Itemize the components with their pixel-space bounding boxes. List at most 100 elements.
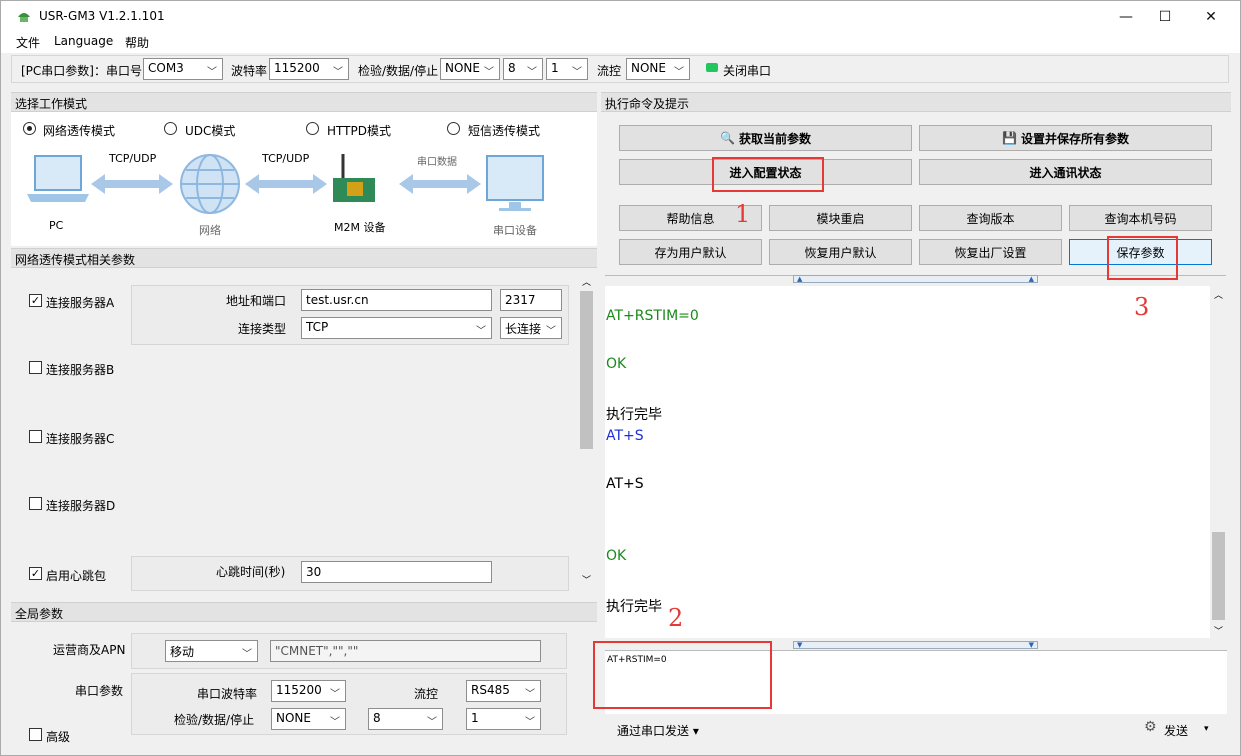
scrollbar-thumb[interactable] <box>580 291 593 449</box>
query-number-button[interactable]: 查询本机号码 <box>1069 205 1212 231</box>
mode-radio-udc[interactable] <box>164 122 177 135</box>
conn-mode-select[interactable]: 长连接 ﹀ <box>500 317 562 339</box>
diagram-m2m-label: M2M 设备 <box>334 221 386 234</box>
menu-help[interactable]: 帮助 <box>125 34 149 51</box>
flow-select[interactable]: NONE ﹀ <box>626 58 690 80</box>
heartbeat-label: 启用心跳包 <box>46 569 107 583</box>
send-button[interactable]: 发送 <box>1164 722 1188 739</box>
serial-params-label: 串口参数 <box>75 684 124 698</box>
close-button[interactable]: ✕ <box>1188 1 1234 32</box>
stop-bits-select[interactable]: 1 ﹀ <box>546 58 588 80</box>
g-flow-label: 流控 <box>414 687 439 701</box>
log-line: OK <box>606 548 627 564</box>
apn-input[interactable]: "CMNET","","" <box>270 640 541 662</box>
double-arrow-icon <box>91 174 481 194</box>
server-a-port-input[interactable]: 2317 <box>500 289 562 311</box>
menu-file[interactable]: 文件 <box>16 34 40 51</box>
search-icon: 🔍 <box>720 131 735 145</box>
mode-label-udc: UDC模式 <box>185 124 236 138</box>
carrier-select[interactable]: 移动 ﹀ <box>165 640 258 662</box>
data-bits-select[interactable]: 8 ﹀ <box>503 58 543 80</box>
mode-label-sms: 短信透传模式 <box>468 124 541 138</box>
scroll-up-icon[interactable]: ︿ <box>1214 288 1223 301</box>
net-params-header: 网络透传模式相关参数 <box>11 248 597 268</box>
maximize-button[interactable]: ☐ <box>1142 1 1188 32</box>
conn-type-select[interactable]: TCP ﹀ <box>301 317 492 339</box>
annotation-number-2: 2 <box>668 604 684 632</box>
scroll-down-icon[interactable]: ﹀ <box>582 573 591 586</box>
chevron-down-icon: ﹀ <box>674 67 684 78</box>
heartbeat-checkbox[interactable]: ✓ <box>29 567 42 580</box>
save-all-button[interactable]: 💾 设置并保存所有参数 <box>919 125 1212 151</box>
addr-label: 地址和端口 <box>226 294 287 308</box>
flow-label: 流控 <box>597 64 622 78</box>
conn-type-label: 连接类型 <box>238 322 287 336</box>
g-baud-select[interactable]: 115200 ﹀ <box>271 680 346 702</box>
advanced-checkbox[interactable] <box>29 728 42 741</box>
server-a-checkbox[interactable]: ✓ <box>29 294 42 307</box>
server-c-label: 连接服务器C <box>46 432 115 446</box>
chevron-down-icon: ﹀ <box>525 689 535 700</box>
log-line: AT+S <box>606 476 644 492</box>
globe-icon <box>180 154 240 214</box>
close-port-button[interactable]: 关闭串口 <box>723 62 771 79</box>
scrollbar-thumb[interactable] <box>1212 532 1225 620</box>
server-c-checkbox[interactable] <box>29 430 42 443</box>
log-line: OK <box>606 356 627 372</box>
chevron-down-icon: ﹀ <box>572 67 582 78</box>
server-b-checkbox[interactable] <box>29 361 42 374</box>
send-splitter-handle[interactable]: ▼ ▼ <box>793 641 1038 649</box>
mode-radio-network[interactable] <box>23 122 36 135</box>
query-version-button[interactable]: 查询版本 <box>919 205 1062 231</box>
port-select[interactable]: COM3 ﹀ <box>143 58 223 80</box>
m2m-device-icon <box>333 154 375 202</box>
g-data-bits-select[interactable]: 8 ﹀ <box>368 708 443 730</box>
down-arrow-icon: ▼ <box>1028 641 1034 649</box>
heartbeat-time-input[interactable]: 30 <box>301 561 492 583</box>
log-line: AT+RSTIM=0 <box>606 308 699 324</box>
baud-label: 波特率 <box>231 64 268 78</box>
chevron-down-icon: ﹀ <box>484 67 494 78</box>
menu-language[interactable]: Language <box>54 34 113 48</box>
laptop-icon <box>27 155 89 202</box>
parity-select[interactable]: NONE ﹀ <box>440 58 500 80</box>
annotation-number-3: 3 <box>1134 293 1150 321</box>
save-user-default-button[interactable]: 存为用户默认 <box>619 239 762 265</box>
chevron-down-icon: ﹀ <box>242 649 252 660</box>
net-params-scrollbar[interactable]: ︿ ﹀ <box>578 273 595 591</box>
mode-radio-sms[interactable] <box>447 122 460 135</box>
server-d-checkbox[interactable] <box>29 497 42 510</box>
server-a-address-input[interactable]: test.usr.cn <box>301 289 492 311</box>
module-restart-button[interactable]: 模块重启 <box>769 205 912 231</box>
baud-select[interactable]: 115200 ﹀ <box>269 58 349 80</box>
port-status-indicator <box>706 63 718 72</box>
annotation-box-1 <box>712 157 824 192</box>
restore-user-default-button[interactable]: 恢复用户默认 <box>769 239 912 265</box>
chevron-down-icon: ﹀ <box>330 717 340 728</box>
server-d-label: 连接服务器D <box>46 499 116 513</box>
mode-section-header: 选择工作模式 <box>11 92 597 112</box>
mode-label-httpd: HTTPD模式 <box>327 124 391 138</box>
annotation-box-3 <box>1107 236 1178 280</box>
commands-header: 执行命令及提示 <box>601 92 1231 112</box>
enter-comm-button[interactable]: 进入通讯状态 <box>919 159 1212 185</box>
scroll-up-icon[interactable]: ︿ <box>582 275 591 288</box>
splitter-handle[interactable]: ▲ ▲ <box>793 275 1038 283</box>
get-params-button[interactable]: 🔍 获取当前参数 <box>619 125 912 151</box>
up-arrow-icon: ▲ <box>1028 275 1034 283</box>
apn-label: 运营商及APN <box>53 643 126 657</box>
send-mode-select[interactable]: 通过串口发送 ▾ <box>617 722 699 739</box>
scroll-down-icon[interactable]: ﹀ <box>1214 624 1223 637</box>
app-window: USR-GM3 V1.2.1.101 — ☐ ✕ 文件 Language 帮助 … <box>0 0 1241 756</box>
send-icon: ⚙ <box>1144 719 1157 735</box>
mode-radio-httpd[interactable] <box>306 122 319 135</box>
mode-label-network: 网络透传模式 <box>43 124 116 138</box>
factory-reset-button[interactable]: 恢复出厂设置 <box>919 239 1062 265</box>
send-options-icon[interactable]: ▾ <box>1204 724 1209 734</box>
g-stop-bits-select[interactable]: 1 ﹀ <box>466 708 541 730</box>
log-scrollbar[interactable]: ︿ ﹀ <box>1210 286 1227 638</box>
window-title: USR-GM3 V1.2.1.101 <box>39 9 165 23</box>
g-flow-select[interactable]: RS485 ﹀ <box>466 680 541 702</box>
g-parity-select[interactable]: NONE ﹀ <box>271 708 346 730</box>
up-arrow-icon: ▲ <box>797 275 803 283</box>
